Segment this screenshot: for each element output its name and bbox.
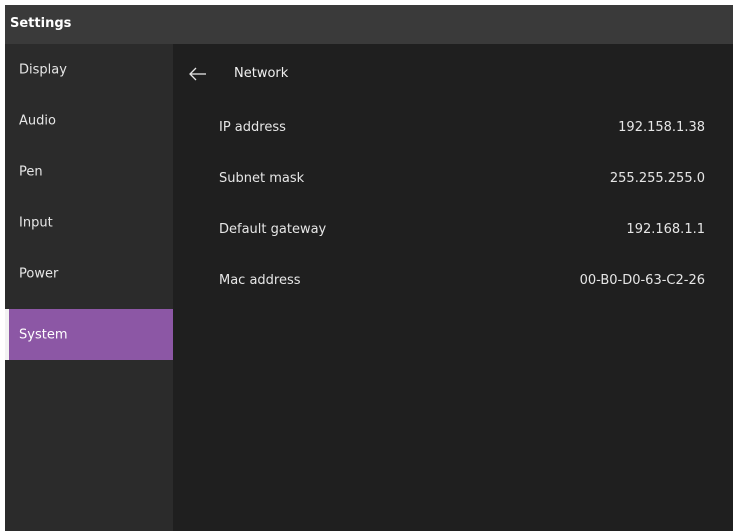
sidebar-item-pen[interactable]: Pen: [5, 146, 173, 197]
mac-address-row: Mac address 00-B0-D0-63-C2-26: [219, 270, 705, 294]
sidebar-item-input[interactable]: Input: [5, 197, 173, 248]
sidebar-item-display[interactable]: Display: [5, 44, 173, 95]
title-bar: Settings: [5, 5, 733, 44]
sidebar-item-label: Pen: [19, 164, 43, 179]
default-gateway-row: Default gateway 192.168.1.1: [219, 219, 705, 243]
arrow-left-icon: [189, 67, 206, 81]
ip-address-row: IP address 192.158.1.38: [219, 117, 705, 141]
sidebar-item-system[interactable]: System: [5, 309, 173, 360]
sidebar-item-label: Power: [19, 266, 59, 281]
subnet-mask-label: Subnet mask: [219, 171, 305, 186]
window-title: Settings: [10, 16, 72, 31]
sidebar-item-label: Display: [19, 62, 67, 77]
mac-address-value: 00-B0-D0-63-C2-26: [579, 273, 705, 288]
subnet-mask-row: Subnet mask 255.255.255.0: [219, 168, 705, 192]
mac-address-label: Mac address: [219, 273, 301, 288]
ip-address-value: 192.158.1.38: [618, 120, 705, 135]
sidebar-item-label: Input: [19, 215, 53, 230]
sidebar: Display Audio Pen Input Power System: [5, 44, 173, 531]
settings-window: Settings Display Audio Pen Input Power S…: [5, 5, 733, 531]
network-panel: Network IP address 192.158.1.38 Subnet m…: [173, 44, 733, 531]
sidebar-item-label: System: [19, 327, 68, 342]
subnet-mask-value: 255.255.255.0: [609, 171, 705, 186]
ip-address-label: IP address: [219, 120, 286, 135]
sidebar-item-audio[interactable]: Audio: [5, 95, 173, 146]
default-gateway-value: 192.168.1.1: [626, 222, 705, 237]
back-button[interactable]: [189, 65, 207, 83]
sidebar-item-power[interactable]: Power: [5, 248, 173, 299]
sidebar-item-label: Audio: [19, 113, 56, 128]
page-title: Network: [234, 66, 289, 81]
default-gateway-label: Default gateway: [219, 222, 327, 237]
